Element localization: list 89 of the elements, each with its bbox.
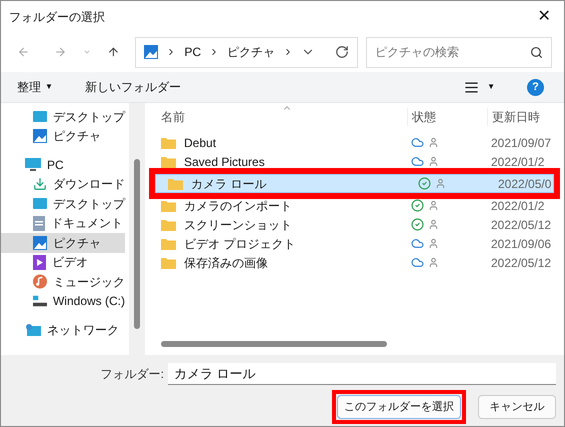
music-icon [33,274,47,290]
cloud-icon [411,155,424,168]
picture-icon [33,236,47,250]
file-row[interactable]: カメラ ロール 2022/05/0 [155,174,554,193]
date-text: 2021/09/06 [490,236,552,252]
folder-label: フォルダー: [100,366,164,383]
picture-icon [144,45,158,59]
file-row[interactable]: Saved Pictures 2022/01/2 [149,152,560,171]
file-row[interactable]: Debut 2021/09/07 [149,133,560,152]
column-header[interactable]: 名前 [145,108,407,126]
date-text: 2022/05/0 [497,176,552,192]
cloud-icon [411,256,424,269]
caret-icon[interactable]: ▼ [487,81,495,93]
folder-icon [168,178,183,190]
dialog-button[interactable]: キャンセル [478,395,556,419]
sidebar-item[interactable]: ダウンロード [1,174,125,194]
sidebar-item[interactable]: ピクチャ [1,233,125,252]
file-row[interactable]: カメラのインポート 2022/01/2 [149,196,560,215]
folder-name: カメラ ロール [191,176,266,192]
folder-icon [161,238,176,250]
date-text: 2022/01/2 [490,198,544,214]
breadcrumb-item[interactable]: ピクチャ [227,43,275,61]
caret-icon: ▼ [45,81,53,93]
folder-name: カメラのインポート [184,198,292,214]
date-text: 2022/01/2 [490,154,544,170]
sidebar-item[interactable]: デスクトップ [1,107,125,126]
help-icon[interactable]: ? [527,78,544,96]
user-icon [428,219,439,230]
column-header[interactable]: 状態 [407,108,487,126]
monitor-icon [25,158,41,172]
sidebar-item[interactable]: ビデオ [1,252,125,272]
user-icon [428,238,439,249]
column-header[interactable]: 更新日時 [487,108,540,126]
cloud-icon [411,136,424,149]
organize-menu[interactable]: 整理 ▼ [17,78,53,96]
folder-name: スクリーンショット [184,216,292,234]
search-field[interactable]: ピクチャの検索 [366,36,552,68]
sidebar-item[interactable]: デスクトップ [1,194,125,214]
address-bar[interactable]: PC ピクチャ [135,36,358,68]
folder-icon [161,218,176,230]
user-icon [428,257,439,268]
sidebar-item[interactable]: PC [1,155,125,174]
cloud-icon [411,237,424,250]
user-icon [435,178,446,189]
scrollbar-thumb[interactable] [134,159,140,329]
file-row[interactable]: スクリーンショット 2022/05/12 [149,215,560,234]
close-button[interactable]: ✕ [524,1,564,32]
check-circle-icon [411,199,424,212]
desktop-icon [33,111,47,122]
video-icon [33,254,46,270]
network-icon [25,322,41,337]
search-icon [530,46,543,58]
download-icon [33,177,47,192]
folder-name: 保存済みの画像 [184,254,268,272]
sidebar-item[interactable]: ネットワーク [1,320,125,340]
view-list-icon[interactable] [464,80,480,94]
dialog-button[interactable]: このフォルダーを選択 [337,395,461,419]
drive-icon [33,295,47,308]
date-text: 2022/05/12 [490,254,552,272]
folder-name: ビデオ プロジェクト [184,236,296,252]
new-folder-button[interactable]: 新しいフォルダー [84,78,181,96]
user-icon [428,137,439,148]
sidebar-item[interactable]: Windows (C:) [1,292,125,311]
file-row[interactable]: 保存済みの画像 2022/05/12 [149,253,560,272]
folder-name: Saved Pictures [184,154,265,170]
file-row[interactable]: ビデオ プロジェクト 2021/09/06 [149,234,560,253]
sidebar-item[interactable]: ピクチャ [1,126,125,146]
check-circle-icon [411,218,424,231]
folder-icon [161,256,176,268]
folder-icon [161,156,176,168]
window-title: フォルダーの選択 [9,8,105,26]
sidebar-item[interactable]: ミュージック [1,272,125,292]
scrollbar-thumb[interactable] [161,341,387,347]
date-text: 2022/05/12 [490,216,552,234]
folder-input[interactable]: カメラ ロール [168,363,556,385]
user-icon [428,200,439,211]
date-text: 2021/09/07 [490,134,552,152]
check-circle-icon [418,177,431,190]
refresh-icon[interactable] [335,45,349,59]
breadcrumb-item[interactable]: PC [184,43,201,61]
document-icon [33,216,45,231]
folder-name: Debut [184,134,216,152]
sidebar-item[interactable]: ドキュメント [1,214,125,233]
folder-icon [161,200,176,212]
picture-icon [33,129,47,144]
folder-icon [161,136,176,148]
user-icon [428,156,439,167]
desktop-icon [33,198,47,210]
search-input[interactable]: ピクチャの検索 [375,43,530,61]
